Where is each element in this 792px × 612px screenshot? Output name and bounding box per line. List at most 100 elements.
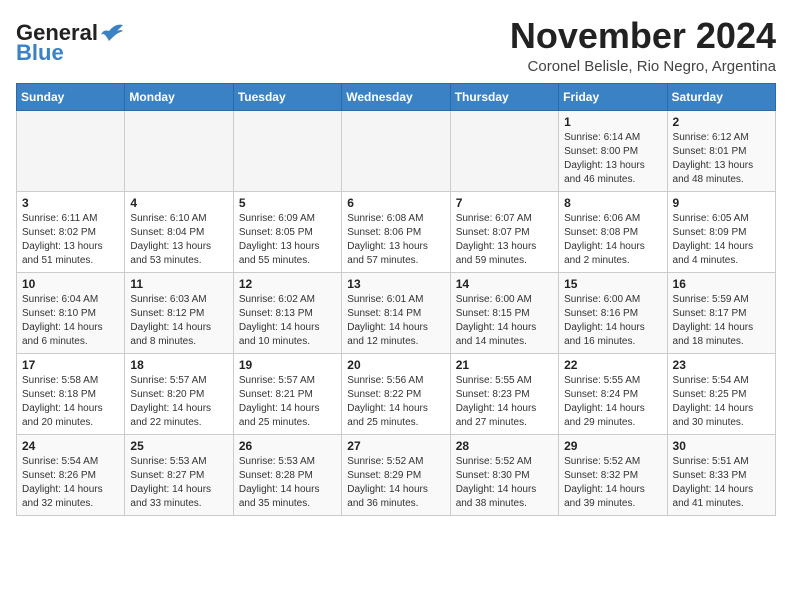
day-of-week-header: Monday — [125, 83, 233, 110]
page-header: General Blue November 2024 Coronel Belis… — [16, 16, 776, 75]
day-number: 26 — [239, 439, 336, 453]
day-info: Sunrise: 5:55 AM Sunset: 8:23 PM Dayligh… — [456, 374, 553, 430]
day-info: Sunrise: 5:58 AM Sunset: 8:18 PM Dayligh… — [22, 374, 119, 430]
calendar-cell: 17 Sunrise: 5:58 AM Sunset: 8:18 PM Dayli… — [17, 353, 125, 434]
calendar-cell: 28Sunrise: 5:52 AM Sunset: 8:30 PM Dayli… — [450, 434, 558, 515]
calendar-cell: 14 Sunrise: 6:00 AM Sunset: 8:15 PM Dayli… — [450, 272, 558, 353]
calendar-week-row: 17 Sunrise: 5:58 AM Sunset: 8:18 PM Dayli… — [17, 353, 776, 434]
day-info: Sunrise: 6:12 AM Sunset: 8:01 PM Dayligh… — [673, 131, 770, 187]
day-number: 11 — [130, 277, 227, 291]
calendar-cell: 1Sunrise: 6:14 AM Sunset: 8:00 PM Daylig… — [559, 110, 667, 191]
day-info: Sunrise: 5:51 AM Sunset: 8:33 PM Dayligh… — [673, 455, 770, 511]
day-info: Sunrise: 6:00 AM Sunset: 8:15 PM Dayligh… — [456, 293, 553, 349]
day-number: 7 — [456, 196, 553, 210]
calendar-week-row: 24 Sunrise: 5:54 AM Sunset: 8:26 PM Dayli… — [17, 434, 776, 515]
calendar-cell — [125, 110, 233, 191]
calendar-header-row: SundayMondayTuesdayWednesdayThursdayFrid… — [17, 83, 776, 110]
calendar-cell: 23 Sunrise: 5:54 AM Sunset: 8:25 PM Dayli… — [667, 353, 775, 434]
day-info: Sunrise: 5:54 AM Sunset: 8:25 PM Dayligh… — [673, 374, 770, 430]
calendar-cell: 7Sunrise: 6:07 AM Sunset: 8:07 PM Daylig… — [450, 191, 558, 272]
calendar-cell — [342, 110, 450, 191]
day-number: 27 — [347, 439, 444, 453]
calendar-cell: 30 Sunrise: 5:51 AM Sunset: 8:33 PM Dayli… — [667, 434, 775, 515]
calendar-cell: 26 Sunrise: 5:53 AM Sunset: 8:28 PM Dayli… — [233, 434, 341, 515]
day-of-week-header: Saturday — [667, 83, 775, 110]
day-info: Sunrise: 6:08 AM Sunset: 8:06 PM Dayligh… — [347, 212, 444, 268]
day-info: Sunrise: 5:54 AM Sunset: 8:26 PM Dayligh… — [22, 455, 119, 511]
day-info: Sunrise: 5:59 AM Sunset: 8:17 PM Dayligh… — [673, 293, 770, 349]
day-of-week-header: Tuesday — [233, 83, 341, 110]
day-of-week-header: Friday — [559, 83, 667, 110]
calendar-cell: 18Sunrise: 5:57 AM Sunset: 8:20 PM Dayli… — [125, 353, 233, 434]
calendar-cell: 19 Sunrise: 5:57 AM Sunset: 8:21 PM Dayli… — [233, 353, 341, 434]
day-number: 23 — [673, 358, 770, 372]
day-info: Sunrise: 5:56 AM Sunset: 8:22 PM Dayligh… — [347, 374, 444, 430]
day-of-week-header: Thursday — [450, 83, 558, 110]
day-number: 21 — [456, 358, 553, 372]
calendar-cell: 22 Sunrise: 5:55 AM Sunset: 8:24 PM Dayli… — [559, 353, 667, 434]
calendar-cell: 11 Sunrise: 6:03 AM Sunset: 8:12 PM Dayli… — [125, 272, 233, 353]
day-info: Sunrise: 6:09 AM Sunset: 8:05 PM Dayligh… — [239, 212, 336, 268]
day-info: Sunrise: 5:53 AM Sunset: 8:28 PM Dayligh… — [239, 455, 336, 511]
day-number: 13 — [347, 277, 444, 291]
day-info: Sunrise: 5:57 AM Sunset: 8:21 PM Dayligh… — [239, 374, 336, 430]
day-number: 24 — [22, 439, 119, 453]
day-info: Sunrise: 6:06 AM Sunset: 8:08 PM Dayligh… — [564, 212, 661, 268]
day-of-week-header: Wednesday — [342, 83, 450, 110]
day-info: Sunrise: 6:11 AM Sunset: 8:02 PM Dayligh… — [22, 212, 119, 268]
calendar-cell: 5Sunrise: 6:09 AM Sunset: 8:05 PM Daylig… — [233, 191, 341, 272]
day-number: 2 — [673, 115, 770, 129]
day-number: 30 — [673, 439, 770, 453]
day-number: 22 — [564, 358, 661, 372]
day-info: Sunrise: 6:02 AM Sunset: 8:13 PM Dayligh… — [239, 293, 336, 349]
day-number: 20 — [347, 358, 444, 372]
calendar-cell — [17, 110, 125, 191]
day-info: Sunrise: 5:55 AM Sunset: 8:24 PM Dayligh… — [564, 374, 661, 430]
day-info: Sunrise: 5:52 AM Sunset: 8:30 PM Dayligh… — [456, 455, 553, 511]
logo-bird-icon — [101, 21, 123, 41]
day-number: 9 — [673, 196, 770, 210]
location-subtitle: Coronel Belisle, Rio Negro, Argentina — [510, 58, 776, 75]
day-info: Sunrise: 5:57 AM Sunset: 8:20 PM Dayligh… — [130, 374, 227, 430]
day-info: Sunrise: 5:52 AM Sunset: 8:29 PM Dayligh… — [347, 455, 444, 511]
calendar-cell: 24 Sunrise: 5:54 AM Sunset: 8:26 PM Dayli… — [17, 434, 125, 515]
day-number: 8 — [564, 196, 661, 210]
day-number: 4 — [130, 196, 227, 210]
calendar-cell: 27 Sunrise: 5:52 AM Sunset: 8:29 PM Dayli… — [342, 434, 450, 515]
logo: General Blue — [16, 20, 123, 66]
day-number: 29 — [564, 439, 661, 453]
day-number: 16 — [673, 277, 770, 291]
calendar-table: SundayMondayTuesdayWednesdayThursdayFrid… — [16, 83, 776, 516]
day-number: 14 — [456, 277, 553, 291]
calendar-cell: 21 Sunrise: 5:55 AM Sunset: 8:23 PM Dayli… — [450, 353, 558, 434]
calendar-cell: 9 Sunrise: 6:05 AM Sunset: 8:09 PM Daylig… — [667, 191, 775, 272]
month-year-title: November 2024 — [510, 16, 776, 56]
day-info: Sunrise: 5:53 AM Sunset: 8:27 PM Dayligh… — [130, 455, 227, 511]
title-block: November 2024 Coronel Belisle, Rio Negro… — [510, 16, 776, 75]
calendar-cell: 6 Sunrise: 6:08 AM Sunset: 8:06 PM Daylig… — [342, 191, 450, 272]
calendar-cell: 2 Sunrise: 6:12 AM Sunset: 8:01 PM Daylig… — [667, 110, 775, 191]
day-number: 25 — [130, 439, 227, 453]
calendar-cell: 25 Sunrise: 5:53 AM Sunset: 8:27 PM Dayli… — [125, 434, 233, 515]
calendar-cell: 3 Sunrise: 6:11 AM Sunset: 8:02 PM Daylig… — [17, 191, 125, 272]
calendar-cell — [450, 110, 558, 191]
day-number: 6 — [347, 196, 444, 210]
calendar-cell: 16 Sunrise: 5:59 AM Sunset: 8:17 PM Dayli… — [667, 272, 775, 353]
day-number: 10 — [22, 277, 119, 291]
day-number: 19 — [239, 358, 336, 372]
day-info: Sunrise: 6:01 AM Sunset: 8:14 PM Dayligh… — [347, 293, 444, 349]
day-number: 15 — [564, 277, 661, 291]
day-info: Sunrise: 5:52 AM Sunset: 8:32 PM Dayligh… — [564, 455, 661, 511]
calendar-cell: 8 Sunrise: 6:06 AM Sunset: 8:08 PM Daylig… — [559, 191, 667, 272]
calendar-week-row: 10Sunrise: 6:04 AM Sunset: 8:10 PM Dayli… — [17, 272, 776, 353]
calendar-week-row: 1Sunrise: 6:14 AM Sunset: 8:00 PM Daylig… — [17, 110, 776, 191]
day-number: 3 — [22, 196, 119, 210]
day-info: Sunrise: 6:03 AM Sunset: 8:12 PM Dayligh… — [130, 293, 227, 349]
calendar-cell: 10Sunrise: 6:04 AM Sunset: 8:10 PM Dayli… — [17, 272, 125, 353]
calendar-cell: 20 Sunrise: 5:56 AM Sunset: 8:22 PM Dayli… — [342, 353, 450, 434]
day-info: Sunrise: 6:14 AM Sunset: 8:00 PM Dayligh… — [564, 131, 661, 187]
calendar-cell: 13 Sunrise: 6:01 AM Sunset: 8:14 PM Dayli… — [342, 272, 450, 353]
day-info: Sunrise: 6:05 AM Sunset: 8:09 PM Dayligh… — [673, 212, 770, 268]
day-number: 17 — [22, 358, 119, 372]
calendar-cell: 4Sunrise: 6:10 AM Sunset: 8:04 PM Daylig… — [125, 191, 233, 272]
